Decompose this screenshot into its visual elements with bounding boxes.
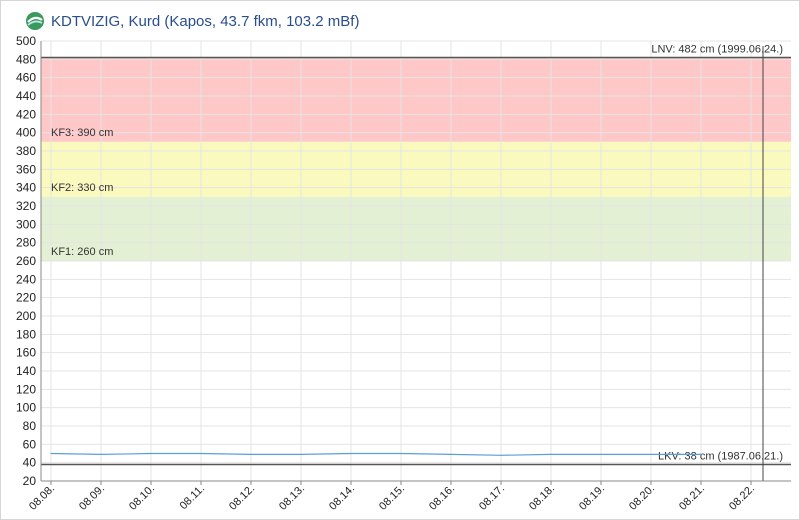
water-level-chart: 20 40 60 80 100 120 140 160 180 200 220 240 260 280 30…: [16, 34, 791, 513]
y-tick-label: 340: [16, 181, 36, 195]
y-tick-label: 440: [16, 89, 36, 103]
warning-band-1: [41, 57, 791, 142]
water-level-point: [600, 453, 602, 456]
x-tick-label: 08.09.: [77, 483, 107, 513]
x-tick-label: 08.13.: [277, 483, 307, 513]
x-tick-label: 08.17.: [477, 483, 507, 513]
y-tick-label: 400: [16, 126, 36, 140]
y-tick-label: 80: [23, 419, 37, 433]
y-tick-label: 140: [16, 364, 36, 378]
water-level-point: [700, 453, 702, 456]
x-tick-label: 08.20.: [627, 483, 657, 513]
x-tick-label: 08.14.: [327, 483, 357, 513]
y-tick-label: 100: [16, 401, 36, 415]
x-tick-label: 08.11.: [178, 483, 208, 513]
x-tick-label: 08.22.: [727, 483, 757, 513]
y-tick-label: 60: [23, 437, 37, 451]
reference-line-label-2: LKV: 38 cm (1987.06.21.): [658, 451, 783, 463]
water-level-point: [650, 453, 652, 456]
x-tick-label: 08.15.: [377, 483, 407, 513]
water-level-point: [300, 453, 302, 456]
y-tick-label: 200: [16, 309, 36, 323]
x-tick-label: 08.19.: [577, 483, 607, 513]
water-level-point: [400, 452, 402, 455]
y-tick-label: 460: [16, 71, 36, 85]
y-tick-label: 380: [16, 144, 36, 158]
y-tick-label: 360: [16, 162, 36, 176]
y-tick-label: 240: [16, 272, 36, 286]
y-tick-label: 20: [23, 474, 37, 488]
y-tick-label: 260: [16, 254, 36, 268]
y-tick-label: 180: [16, 327, 36, 341]
y-tick-label: 500: [16, 34, 36, 48]
x-tick-label: 08.21.: [677, 483, 707, 513]
y-tick-label: 40: [23, 456, 37, 470]
y-tick-label: 120: [16, 382, 36, 396]
y-tick-label: 320: [16, 199, 36, 213]
y-tick-label: 160: [16, 346, 36, 360]
water-level-point: [550, 453, 552, 456]
water-level-point: [450, 453, 452, 456]
water-level-point: [500, 454, 502, 456]
water-level-point: [200, 452, 202, 455]
y-tick-label: 420: [16, 107, 36, 121]
warning-band-label-3: KF1: 260 cm: [51, 246, 113, 258]
y-tick-label: 300: [16, 217, 36, 231]
x-tick-label: 08.10.: [127, 483, 157, 513]
y-tick-label: 280: [16, 236, 36, 250]
water-level-point: [50, 452, 52, 455]
y-tick-label: 480: [16, 52, 36, 66]
water-level-point: [100, 453, 102, 456]
water-level-point: [150, 452, 152, 455]
water-level-series-line: [50, 452, 701, 456]
chart-panel: KDTVIZIG, Kurd (Kapos, 43.7 fkm, 103.2 m…: [0, 0, 800, 520]
warning-band-label-1: KF3: 390 cm: [51, 127, 113, 139]
x-tick-label: 08.12.: [227, 483, 257, 513]
warning-band-label-2: KF2: 330 cm: [51, 182, 113, 194]
y-tick-label: 220: [16, 291, 36, 305]
water-level-point: [250, 453, 252, 456]
x-tick-label: 08.18.: [527, 483, 557, 513]
x-tick-label: 08.16.: [427, 483, 457, 513]
water-level-point: [350, 452, 352, 455]
